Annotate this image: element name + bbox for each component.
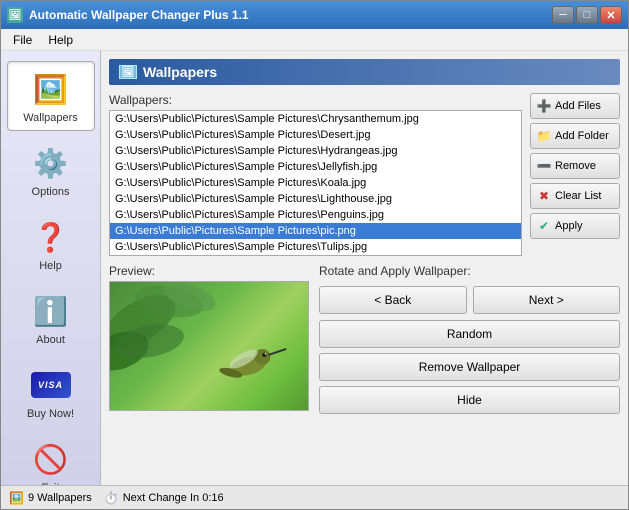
about-icon: ℹ️ [30,290,72,332]
list-item[interactable]: G:\Users\Public\Pictures\Sample Pictures… [110,111,521,127]
wallpaper-count-status: 🖼️ 9 Wallpapers [9,491,92,505]
window-title: Automatic Wallpaper Changer Plus 1.1 [29,8,552,22]
bottom-section: Preview: [109,264,620,419]
list-item[interactable]: G:\Users\Public\Pictures\Sample Pictures… [110,159,521,175]
random-button[interactable]: Random [319,320,620,348]
list-item[interactable]: G:\Users\Public\Pictures\Sample Pictures… [110,175,521,191]
panel-icon: 🖼 [119,65,137,79]
apply-button[interactable]: ✔ Apply [530,213,620,239]
panel-header: 🖼 Wallpapers [109,59,620,85]
wallpapers-icon: 🖼️ [30,68,72,110]
preview-container: Preview: [109,264,309,419]
maximize-button[interactable]: □ [576,6,598,24]
clear-list-icon: ✖ [537,189,551,203]
minimize-button[interactable]: ─ [552,6,574,24]
remove-wallpaper-button[interactable]: Remove Wallpaper [319,353,620,381]
title-bar: 🖼 Automatic Wallpaper Changer Plus 1.1 ─… [1,1,628,29]
main-window: 🖼 Automatic Wallpaper Changer Plus 1.1 ─… [0,0,629,510]
add-files-icon: ➕ [537,99,551,113]
add-folder-icon: 📁 [537,129,551,143]
sidebar-item-options[interactable]: ⚙️ Options [7,135,95,205]
sidebar: 🖼️ Wallpapers ⚙️ Options ❓ Help ℹ️ About… [1,51,101,485]
options-icon: ⚙️ [30,142,72,184]
rotate-label: Rotate and Apply Wallpaper: [319,264,620,278]
add-folder-button[interactable]: 📁 Add Folder [530,123,620,149]
preview-svg [110,281,308,411]
next-change-status: ⏱️ Next Change In 0:16 [104,491,224,505]
list-label: Wallpapers: [109,93,522,107]
status-bar: 🖼️ 9 Wallpapers ⏱️ Next Change In 0:16 [1,485,628,509]
wallpapers-list-container: Wallpapers: G:\Users\Public\Pictures\Sam… [109,93,522,256]
clock-icon: ⏱️ [104,491,119,505]
close-button[interactable]: ✕ [600,6,622,24]
menu-file[interactable]: File [5,31,40,49]
list-item[interactable]: G:\Users\Public\Pictures\Sample Pictures… [110,127,521,143]
sidebar-item-wallpapers[interactable]: 🖼️ Wallpapers [7,61,95,131]
add-files-button[interactable]: ➕ Add Files [530,93,620,119]
content-area: 🖼 Wallpapers Wallpapers: G:\Users\Public… [101,51,628,485]
list-item[interactable]: G:\Users\Public\Pictures\Sample Pictures… [110,143,521,159]
rotate-section: Rotate and Apply Wallpaper: < Back Next … [319,264,620,419]
list-item[interactable]: G:\Users\Public\Pictures\Sample Pictures… [110,223,521,239]
wallpapers-section: Wallpapers: G:\Users\Public\Pictures\Sam… [109,93,620,256]
remove-icon: ➖ [537,159,551,173]
wallpaper-count-label: 9 Wallpapers [28,492,92,504]
buynow-icon: VISA [30,364,72,406]
sidebar-label-help: Help [39,260,62,272]
menu-bar: File Help [1,29,628,51]
back-button[interactable]: < Back [319,286,467,314]
window-controls: ─ □ ✕ [552,6,622,24]
app-icon: 🖼 [7,7,23,23]
exit-icon: 🚫 [30,438,72,480]
list-item[interactable]: G:\Users\Public\Pictures\Sample Pictures… [110,191,521,207]
menu-help[interactable]: Help [40,31,81,49]
preview-image [109,281,309,411]
buttons-panel: ➕ Add Files 📁 Add Folder ➖ Remove ✖ Clea… [530,93,620,256]
apply-icon: ✔ [537,219,551,233]
hide-button[interactable]: Hide [319,386,620,414]
next-change-label: Next Change In 0:16 [123,492,224,504]
sidebar-label-buynow: Buy Now! [27,408,74,420]
remove-button[interactable]: ➖ Remove [530,153,620,179]
wallpapers-list[interactable]: G:\Users\Public\Pictures\Sample Pictures… [109,110,522,256]
list-item[interactable]: G:\Users\Public\Pictures\Sample Pictures… [110,239,521,255]
main-layout: 🖼️ Wallpapers ⚙️ Options ❓ Help ℹ️ About… [1,51,628,485]
sidebar-item-help[interactable]: ❓ Help [7,209,95,279]
preview-label: Preview: [109,264,309,278]
wallpaper-count-icon: 🖼️ [9,491,24,505]
help-icon: ❓ [30,216,72,258]
sidebar-item-about[interactable]: ℹ️ About [7,283,95,353]
rotate-buttons: < Back Next > [319,286,620,314]
panel-title: Wallpapers [143,64,217,80]
sidebar-label-about: About [36,334,65,346]
list-item[interactable]: G:\Users\Public\Pictures\Sample Pictures… [110,207,521,223]
sidebar-label-wallpapers: Wallpapers [23,112,78,124]
next-button[interactable]: Next > [473,286,621,314]
sidebar-item-exit[interactable]: 🚫 Exit [7,431,95,485]
sidebar-label-options: Options [32,186,70,198]
clear-list-button[interactable]: ✖ Clear List [530,183,620,209]
sidebar-item-buynow[interactable]: VISA Buy Now! [7,357,95,427]
